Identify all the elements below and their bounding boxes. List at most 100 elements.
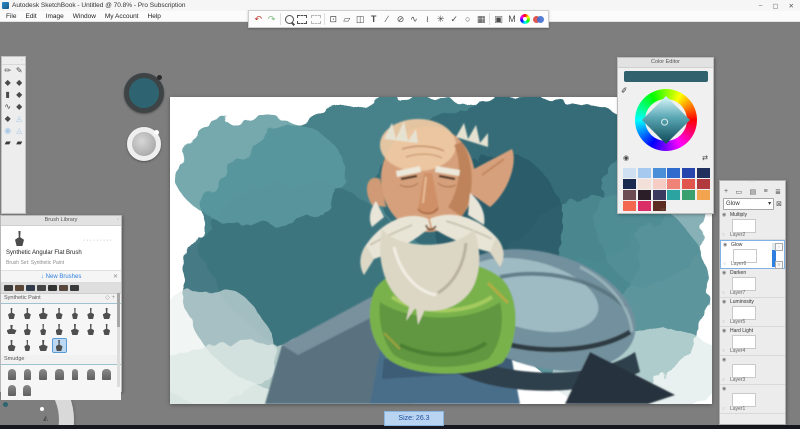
swatch[interactable]	[623, 179, 636, 189]
menu-image[interactable]: Image	[46, 13, 64, 20]
layer-row[interactable]: ◉ ○ Layer3	[720, 356, 785, 385]
round-brush-icon[interactable]: ◆	[16, 103, 22, 111]
hue-ring[interactable]	[635, 89, 697, 151]
swatch[interactable]	[682, 190, 695, 200]
brush-item[interactable]	[20, 322, 35, 337]
smudge-item[interactable]	[36, 367, 51, 382]
lagoon-triangle-icon[interactable]: ◭	[43, 414, 48, 422]
lock-transparency-icon[interactable]: ⊠	[776, 200, 782, 208]
pen-mode-icon[interactable]: ▣	[492, 12, 504, 26]
perspective-icon[interactable]: ▦	[475, 12, 487, 26]
smudge-item[interactable]	[99, 367, 114, 382]
brush-item[interactable]	[67, 322, 82, 337]
smudge-item[interactable]	[4, 383, 19, 398]
brush-item[interactable]	[36, 338, 51, 353]
swatch[interactable]	[697, 190, 710, 200]
smudge-item[interactable]	[20, 383, 35, 398]
brush-item[interactable]	[4, 322, 19, 337]
marker-brush-icon[interactable]: ▮	[6, 91, 10, 99]
smudge-item[interactable]	[52, 367, 67, 382]
current-color-swatch[interactable]	[624, 71, 708, 82]
swatch[interactable]	[667, 190, 680, 200]
predictive-stroke-icon[interactable]: ≀	[421, 12, 433, 26]
swatch[interactable]	[638, 179, 651, 189]
ellipse-guide-icon[interactable]: ○	[461, 12, 473, 26]
brush-item[interactable]	[83, 306, 98, 321]
brush-item[interactable]	[99, 306, 114, 321]
brush-icon[interactable]: ◆	[5, 115, 11, 123]
swatch[interactable]	[623, 201, 636, 211]
texture-brush-icon[interactable]: ▰	[5, 139, 11, 147]
ellipse-tool-icon[interactable]: ⊘	[394, 12, 406, 26]
brush-item[interactable]	[99, 322, 114, 337]
color-wheel[interactable]	[635, 89, 697, 151]
color-wheel-icon[interactable]	[519, 12, 531, 26]
layer-visibility-icon[interactable]: ◉	[722, 212, 726, 218]
layer-row[interactable]: ◉ ○ Layer1	[720, 385, 785, 414]
swatch[interactable]	[697, 179, 710, 189]
maximize-button[interactable]: ▢	[772, 2, 778, 10]
favorite-icon[interactable]: ◇ +	[105, 294, 115, 303]
zoom-tool-icon[interactable]	[283, 12, 295, 26]
brush-item[interactable]	[67, 306, 82, 321]
swatch[interactable]	[653, 168, 666, 178]
new-brushes-link[interactable]: ↓ New Brushes ✕	[1, 271, 121, 283]
flat-brush-icon[interactable]: ◆	[16, 79, 22, 87]
steady-stroke-icon[interactable]: ✓	[448, 12, 460, 26]
minimize-button[interactable]: –	[759, 2, 763, 9]
crop-icon[interactable]: ⊡	[327, 12, 339, 26]
brush-item[interactable]	[52, 322, 67, 337]
eyedropper-icon[interactable]: ✐	[620, 86, 628, 96]
brush-library-scrollbar[interactable]	[117, 291, 120, 387]
ruler-icon[interactable]: ∕	[381, 12, 393, 26]
brush-item[interactable]	[36, 322, 51, 337]
layer-visibility-icon[interactable]: ◉	[723, 242, 727, 248]
menu-my-account[interactable]: My Account	[105, 13, 139, 20]
symmetry-icon[interactable]: ✳	[435, 12, 447, 26]
opacity-down-button[interactable]: ≡	[775, 261, 783, 269]
layer-row[interactable]: ◉ Multiply ○ Layer2	[720, 211, 785, 240]
swatch[interactable]	[653, 190, 666, 200]
panel-menu-icon[interactable]: ◦	[117, 216, 119, 225]
layer-visibility-icon[interactable]: ◉	[722, 357, 726, 363]
flip-canvas-icon[interactable]: ◫	[354, 12, 366, 26]
layer-lock-icon[interactable]: ○	[723, 261, 726, 267]
menu-edit[interactable]: Edit	[25, 13, 36, 20]
smudge-item[interactable]	[4, 367, 19, 382]
brush-item[interactable]	[36, 306, 51, 321]
transform-select-icon[interactable]	[310, 12, 322, 26]
swatch[interactable]	[667, 168, 680, 178]
layer-lock-icon[interactable]: ○	[722, 377, 725, 383]
brush-item-selected[interactable]	[52, 338, 67, 353]
swatch[interactable]	[653, 179, 666, 189]
panel-resize-handle[interactable]: ⋯	[660, 208, 666, 212]
undo-icon[interactable]: ↶	[252, 12, 264, 26]
menu-help[interactable]: Help	[148, 13, 161, 20]
layer-lock-icon[interactable]: ○	[722, 406, 725, 412]
smudge-item[interactable]	[83, 367, 98, 382]
layer-lock-icon[interactable]: ○	[722, 348, 725, 354]
rect-select-icon[interactable]	[296, 12, 308, 26]
layer-list-icon[interactable]: ≡	[764, 188, 768, 195]
swatch[interactable]	[682, 168, 695, 178]
text-tool-icon[interactable]: T	[367, 12, 379, 26]
brush-item[interactable]	[4, 338, 19, 353]
layer-row[interactable]: ◉ Darken ○ Layer7	[720, 269, 785, 298]
layer-visibility-icon[interactable]: ◉	[722, 270, 726, 276]
paintbrush-icon[interactable]: ◆	[5, 79, 11, 87]
panel-menu-icon[interactable]: ≣	[775, 188, 781, 196]
layer-lock-icon[interactable]: ○	[722, 290, 725, 296]
airbrush-icon[interactable]: ◬	[16, 115, 22, 123]
layer-row[interactable]: ◉ Luminosity ○ Layer5	[720, 298, 785, 327]
layer-row-selected[interactable]: ◉ Glow ○ Layer6 ◦ ≡	[720, 240, 785, 269]
swatch[interactable]	[638, 168, 651, 178]
pencil-brush-icon[interactable]: ✏	[4, 67, 11, 75]
curve-pen-icon[interactable]: ∿	[4, 103, 11, 111]
brush-palette-header[interactable]: ◦	[2, 57, 25, 65]
layer-lock-icon[interactable]: ○	[722, 232, 725, 238]
brush-item[interactable]	[4, 306, 19, 321]
color-sliders-icon[interactable]: ⇄	[702, 154, 708, 162]
brush-item[interactable]	[20, 306, 35, 321]
opacity-up-button[interactable]: ◦	[775, 243, 783, 251]
swatch[interactable]	[667, 179, 680, 189]
